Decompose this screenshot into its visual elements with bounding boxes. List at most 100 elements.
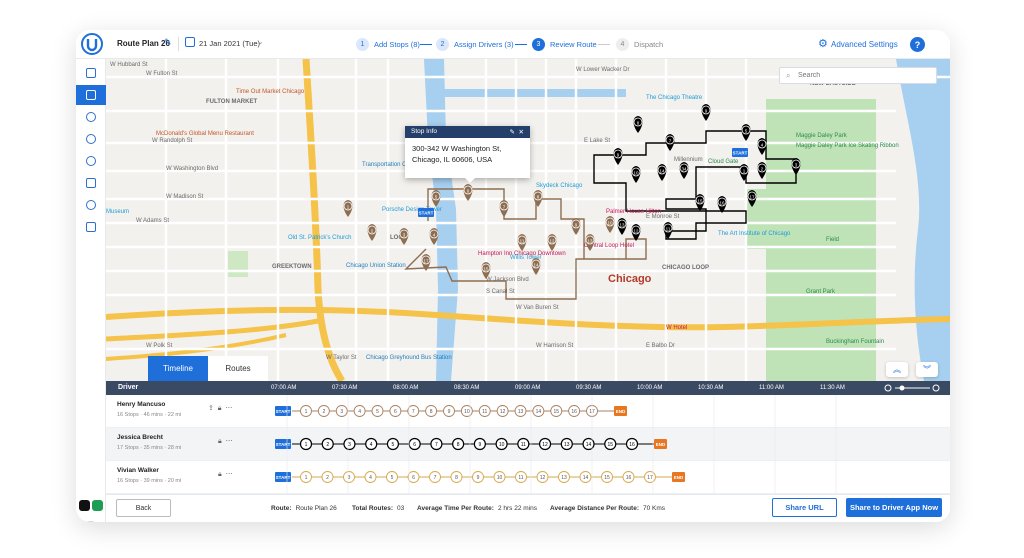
step-add-stops[interactable]: 1 Add Stops (8) — [356, 37, 420, 51]
tab-timeline[interactable]: Timeline — [148, 356, 208, 381]
lane-stop: 15 — [604, 437, 617, 451]
lane-stop: 16 — [568, 405, 581, 417]
history-icon — [86, 134, 96, 144]
lane-stop: 5 — [386, 471, 398, 483]
chevron-down-icon[interactable]: ⌄ — [257, 37, 264, 46]
lane-end-badge: END — [654, 439, 667, 449]
gear-icon[interactable]: ⚙ — [818, 37, 828, 50]
step-label: Assign Drivers (3) — [454, 39, 514, 49]
lane-stop: 17 — [644, 471, 656, 483]
map-stop-pin: 15 — [695, 194, 705, 211]
advanced-settings-link[interactable]: Advanced Settings — [831, 40, 898, 49]
close-icon[interactable]: ✕ — [519, 129, 524, 136]
lane-stop: 12 — [536, 471, 549, 483]
search-input[interactable] — [798, 70, 930, 81]
pencil-icon[interactable]: ✎ — [509, 129, 514, 136]
play-store-icon[interactable] — [92, 500, 103, 511]
lane-stop-number: 2 — [322, 409, 325, 415]
pin-number: 34 — [681, 166, 687, 171]
routes-icon — [86, 90, 96, 100]
lane-stop-number: 15 — [607, 442, 613, 448]
step-label: Review Route — [550, 39, 597, 49]
lane-stop: 16 — [622, 471, 635, 483]
step-review-route[interactable]: 3 Review Route — [532, 37, 597, 51]
lane-stop-number: 15 — [553, 409, 559, 415]
lane-stop-number: 5 — [392, 442, 395, 448]
lane-stop: 1 — [300, 405, 312, 417]
lane-stop: 15 — [601, 471, 613, 483]
step-dispatch[interactable]: 4 Dispatch — [616, 37, 663, 51]
sidebar-location[interactable] — [76, 151, 106, 171]
expand-up-button[interactable]: ︽ — [886, 362, 908, 377]
lane-stop-number: 13 — [561, 475, 567, 481]
lane-stop-number: 3 — [340, 409, 343, 415]
map-start-marker: START — [732, 148, 748, 157]
lane-stop: 9 — [473, 437, 486, 451]
share-driver-app-button[interactable]: Share to Driver App Now — [846, 498, 942, 517]
brand-logo-icon — [81, 33, 103, 55]
start-text: START — [276, 475, 291, 480]
map-stop-pin: 34 — [679, 162, 689, 179]
collapse-down-button[interactable]: ︾ — [916, 362, 938, 377]
sidebar-routes[interactable] — [76, 85, 106, 105]
pin-number: 15 — [697, 198, 703, 203]
back-button[interactable]: Back — [116, 499, 171, 517]
sidebar-chat[interactable] — [76, 217, 106, 237]
lane-stop-number: 15 — [604, 475, 610, 481]
avg-time-stat: Average Time Per Route: 2 hrs 22 mins — [417, 505, 537, 512]
stop-markers[interactable]: 56789 1011 12 131415173214987543219103415 16… — [106, 59, 950, 381]
avatar[interactable] — [81, 521, 100, 522]
sidebar-home[interactable] — [76, 63, 106, 83]
pin-number: 17 — [423, 258, 429, 263]
route-date[interactable]: 21 Jan 2021 (Tue) — [199, 39, 260, 48]
lane-stop: 10 — [495, 437, 508, 451]
map-stop-pin: 10 — [631, 166, 641, 183]
step-connector — [598, 44, 610, 45]
search-icon: ⌕ — [786, 71, 791, 80]
lane-stop: 1 — [299, 437, 313, 451]
apple-store-icon[interactable] — [79, 500, 90, 511]
chat-icon — [86, 222, 96, 232]
map-stop-pin: 7 — [665, 134, 675, 151]
timeline-panel: Driver 07:00 AM 07:30 AM 08:00 AM 08:30 … — [106, 381, 950, 494]
users-icon — [86, 112, 96, 122]
lane-stop-number: 7 — [412, 409, 415, 415]
lane-stop: 9 — [443, 405, 455, 417]
calendar-icon[interactable] — [185, 37, 195, 47]
step-number: 2 — [436, 37, 449, 51]
lane-stop-number: 9 — [478, 442, 481, 448]
timeline-lanes[interactable]: START 1 2 3 4 5 6 7 8 9 10 11 12 13 14 15 16 17 ENDSTART 1 2… — [106, 381, 950, 494]
step-assign-drivers[interactable]: 2 Assign Drivers (3) — [436, 37, 514, 51]
sidebar-users[interactable] — [76, 107, 106, 127]
sidebar-history[interactable] — [76, 129, 106, 149]
lane-stop-number: 13 — [564, 442, 570, 448]
lane-stop-number: 4 — [358, 409, 361, 415]
lane-stop: 7 — [407, 405, 420, 417]
top-bar: Route Plan 26 ✎ 21 Jan 2021 (Tue) ⌄ 1 Ad… — [76, 30, 950, 59]
lane-start-badge: START — [275, 406, 291, 416]
lane-stop-number: 9 — [448, 409, 451, 415]
edit-pencil-icon[interactable]: ✎ — [164, 37, 172, 48]
lane-stop-number: 1 — [305, 409, 308, 415]
lane-stop-number: 12 — [542, 442, 548, 448]
sidebar-help[interactable] — [76, 195, 106, 215]
share-url-button[interactable]: Share URL — [772, 498, 837, 517]
pin-number: 11 — [520, 238, 525, 243]
map-stop-pin: 1 — [739, 164, 749, 181]
route-map[interactable]: W Hubbard St W Fulton St FULTON MARKET W… — [106, 59, 950, 381]
map-search[interactable]: ⌕ — [779, 67, 937, 84]
lane-stop-number: 16 — [629, 442, 635, 448]
lane-stop-number: 14 — [536, 409, 542, 415]
lane-stop: 2 — [321, 471, 334, 483]
lane-stop-number: 10 — [464, 409, 470, 415]
tab-routes[interactable]: Routes — [208, 356, 268, 381]
lane-stop: 5 — [371, 405, 384, 417]
lane-stop: 4 — [353, 405, 366, 417]
pin-number: 14 — [533, 262, 539, 267]
lane-stop: 7 — [430, 437, 443, 451]
map-stop-pin: 16 — [717, 196, 727, 213]
help-button[interactable]: ? — [910, 37, 925, 52]
total-routes-stat: Total Routes: 03 — [352, 505, 405, 512]
sidebar-contacts[interactable] — [76, 173, 106, 193]
contacts-icon — [86, 178, 96, 188]
